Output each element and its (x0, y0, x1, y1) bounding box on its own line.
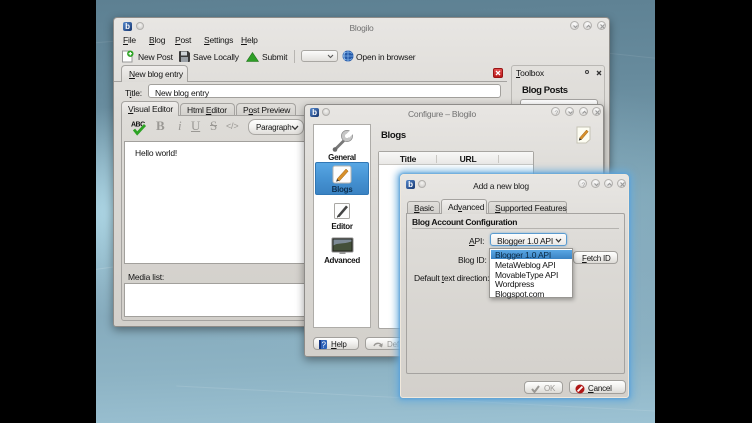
svg-text:?: ? (582, 182, 586, 188)
svg-text:?: ? (555, 110, 559, 116)
